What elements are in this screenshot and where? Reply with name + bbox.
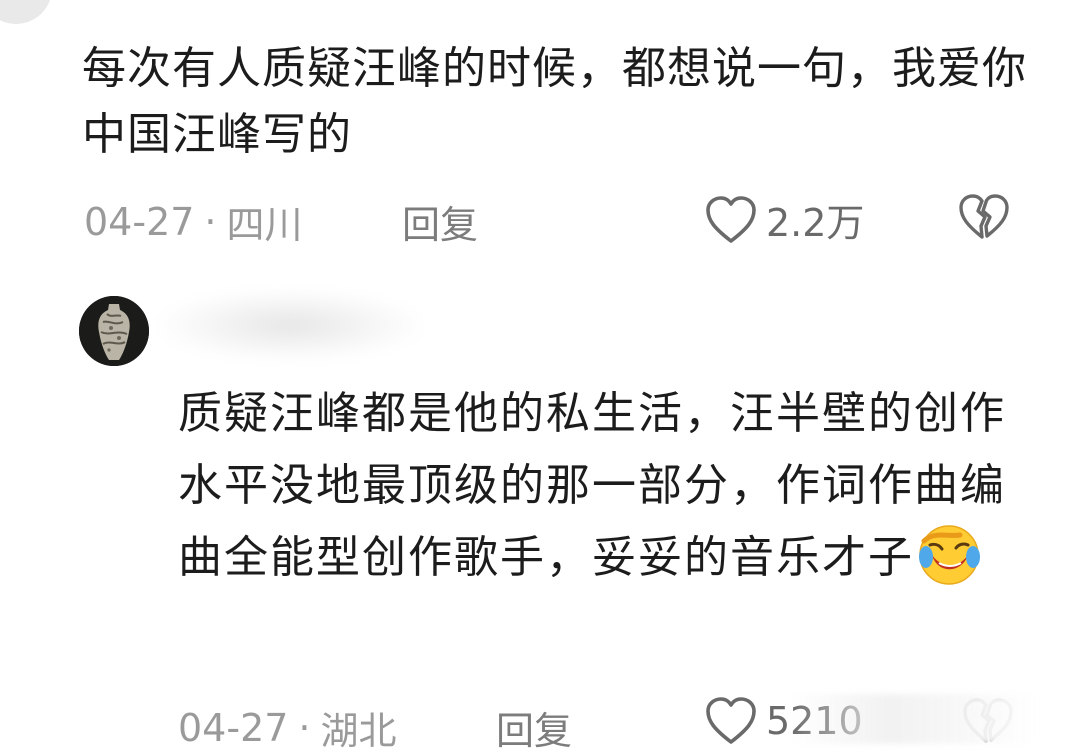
dislike-button[interactable] (958, 193, 1010, 245)
avatar[interactable] (0, 0, 52, 24)
comment-text: 质疑汪峰都是他的私生活，汪半壁的创作水平没地最顶级的那一部分，作词作曲编曲全能型… (178, 388, 1006, 583)
heart-outline-icon (706, 697, 756, 744)
laughing-crying-emoji-icon (916, 521, 982, 587)
reply-button[interactable]: 回复 (402, 194, 478, 249)
comment-date: 04-27 (84, 199, 195, 244)
comment-meta: 04-27 · 四川 (84, 194, 303, 249)
comment-meta: 04-27 · 湖北 (178, 700, 397, 755)
like-count: 2.2万 (766, 201, 865, 245)
watermark-smudge (790, 694, 1040, 744)
like-button[interactable]: 2.2万 (704, 192, 864, 247)
heart-outline-icon (706, 195, 756, 243)
comment-date: 04-27 (178, 705, 289, 750)
reply-button[interactable]: 回复 (496, 700, 572, 755)
comment-location: 四川 (226, 203, 303, 247)
vase-image (79, 296, 149, 366)
blurred-username (160, 290, 420, 360)
meta-separator: · (204, 199, 217, 244)
meta-separator: · (298, 705, 311, 750)
broken-heart-icon (959, 194, 1009, 239)
avatar[interactable] (79, 296, 149, 366)
comment-text: 每次有人质疑汪峰的时候，都想说一句，我爱你中国汪峰写的 (82, 43, 1027, 160)
comment-location: 湖北 (320, 709, 397, 753)
reply-comment: 质疑汪峰都是他的私生活，汪半壁的创作水平没地最顶级的那一部分，作词作曲编曲全能型… (178, 378, 1018, 594)
